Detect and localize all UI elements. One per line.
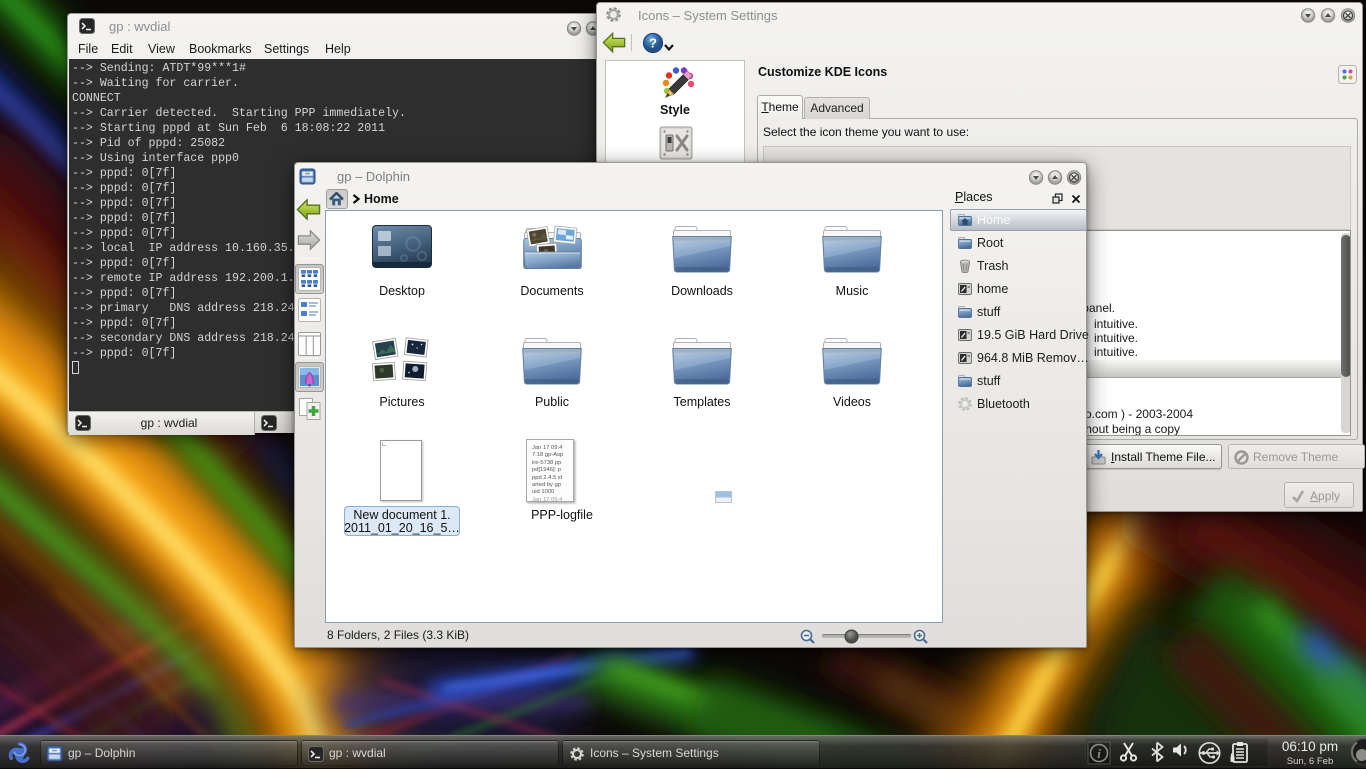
svg-text:?: ? <box>649 36 657 51</box>
svg-text:i: i <box>1097 746 1101 761</box>
